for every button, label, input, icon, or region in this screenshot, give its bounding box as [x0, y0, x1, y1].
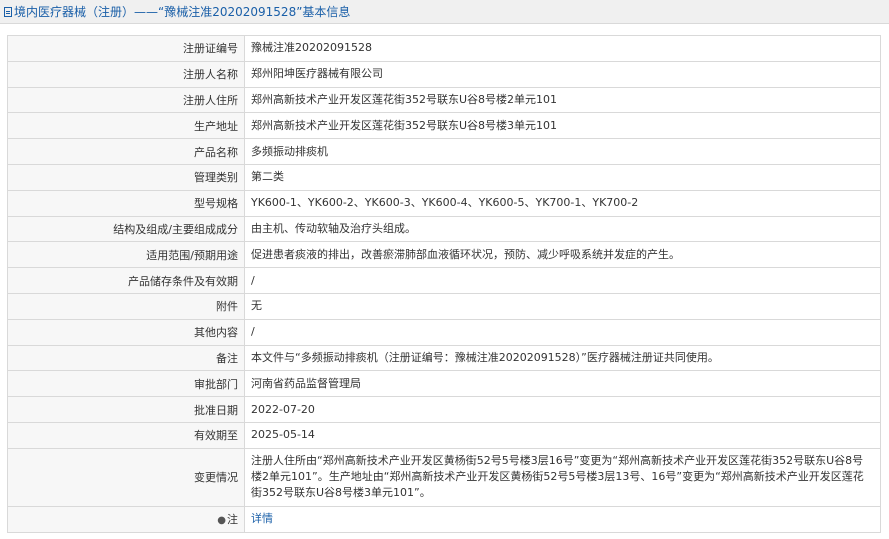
table-row-intended-use: 适用范围/预期用途 促进患者痰液的排出，改善瘀滞肺部血液循环状况，预防、减少呼吸… — [7, 241, 881, 269]
pin-icon: ● — [217, 515, 226, 527]
page-title: 境内医疗器械（注册）——“豫械注准20202091528”基本信息 — [14, 5, 351, 19]
row-label: 适用范围/预期用途 — [7, 241, 245, 269]
row-value: 无 — [244, 292, 881, 320]
row-label: 产品储存条件及有效期 — [7, 267, 245, 294]
table-row-registrant-address: 注册人住所 郑州高新技术产业开发区莲花街352号联东U谷8号楼2单元101 — [7, 86, 881, 114]
row-value: 郑州阳坤医疗器械有限公司 — [244, 60, 881, 88]
row-label: 注册人住所 — [7, 86, 245, 114]
table-row-product-name: 产品名称 多频振动排痰机 — [7, 138, 881, 165]
row-value: 郑州高新技术产业开发区莲花街352号联东U谷8号楼2单元101 — [244, 86, 881, 114]
row-value: 注册人住所由“郑州高新技术产业开发区黄杨街52号5号楼3层16号”变更为“郑州高… — [244, 447, 881, 507]
table-row-approval-date: 批准日期 2022-07-20 — [7, 396, 881, 423]
row-value: 促进患者痰液的排出，改善瘀滞肺部血液循环状况，预防、减少呼吸系统并发症的产生。 — [244, 241, 881, 269]
row-label: 结构及组成/主要组成成分 — [7, 215, 245, 243]
row-label: 注册人名称 — [7, 60, 245, 88]
note-label-cell: ●注 — [7, 505, 245, 533]
row-value: 豫械注准20202091528 — [244, 35, 881, 62]
row-value: 郑州高新技术产业开发区莲花街352号联东U谷8号楼3单元101 — [244, 112, 881, 140]
row-label: 生产地址 — [7, 112, 245, 140]
row-value: YK600-1、YK600-2、YK600-3、YK600-4、YK600-5、… — [244, 189, 881, 217]
info-table: 注册证编号 豫械注准20202091528 注册人名称 郑州阳坤医疗器械有限公司… — [7, 35, 881, 533]
row-value: 本文件与“多频振动排痰机（注册证编号：豫械注准20202091528）”医疗器械… — [244, 344, 881, 372]
row-value: 由主机、传动软轴及治疗头组成。 — [244, 215, 881, 243]
row-value: 第二类 — [244, 163, 881, 191]
table-row-registrant-name: 注册人名称 郑州阳坤医疗器械有限公司 — [7, 60, 881, 88]
row-label: 产品名称 — [7, 138, 245, 165]
row-value: / — [244, 267, 881, 294]
table-row-production-address: 生产地址 郑州高新技术产业开发区莲花街352号联东U谷8号楼3单元101 — [7, 112, 881, 140]
table-row-management-category: 管理类别 第二类 — [7, 163, 881, 191]
row-label: 批准日期 — [7, 396, 245, 423]
row-value: 2025-05-14 — [244, 421, 881, 449]
row-value: 河南省药品监督管理局 — [244, 370, 881, 398]
row-value: / — [244, 318, 881, 346]
table-row-attachment: 附件 无 — [7, 292, 881, 320]
page-title-bar: 境内医疗器械（注册）——“豫械注准20202091528”基本信息 — [0, 0, 889, 24]
row-label: 其他内容 — [7, 318, 245, 346]
table-row-remarks: 备注 本文件与“多频振动排痰机（注册证编号：豫械注准20202091528）”医… — [7, 344, 881, 372]
row-label: 管理类别 — [7, 163, 245, 191]
document-icon — [4, 6, 12, 17]
row-label: 审批部门 — [7, 370, 245, 398]
row-label: 有效期至 — [7, 421, 245, 449]
table-row-approval-department: 审批部门 河南省药品监督管理局 — [7, 370, 881, 398]
table-row-valid-until: 有效期至 2025-05-14 — [7, 421, 881, 449]
table-row-changes: 变更情况 注册人住所由“郑州高新技术产业开发区黄杨街52号5号楼3层16号”变更… — [7, 447, 881, 507]
row-label: 备注 — [7, 344, 245, 372]
table-row-storage: 产品储存条件及有效期 / — [7, 267, 881, 294]
row-value: 2022-07-20 — [244, 396, 881, 423]
note-value-cell: 详情 — [244, 505, 881, 533]
note-label: 注 — [227, 513, 238, 527]
details-link[interactable]: 详情 — [251, 512, 273, 525]
row-value: 多频振动排痰机 — [244, 138, 881, 165]
row-label: 型号规格 — [7, 189, 245, 217]
table-row-structure: 结构及组成/主要组成成分 由主机、传动软轴及治疗头组成。 — [7, 215, 881, 243]
row-label: 注册证编号 — [7, 35, 245, 62]
table-row-note: ●注 详情 — [7, 505, 881, 533]
row-label: 附件 — [7, 292, 245, 320]
row-label: 变更情况 — [7, 447, 245, 507]
table-row-model-spec: 型号规格 YK600-1、YK600-2、YK600-3、YK600-4、YK6… — [7, 189, 881, 217]
table-row-other: 其他内容 / — [7, 318, 881, 346]
table-row-registration-number: 注册证编号 豫械注准20202091528 — [7, 35, 881, 62]
